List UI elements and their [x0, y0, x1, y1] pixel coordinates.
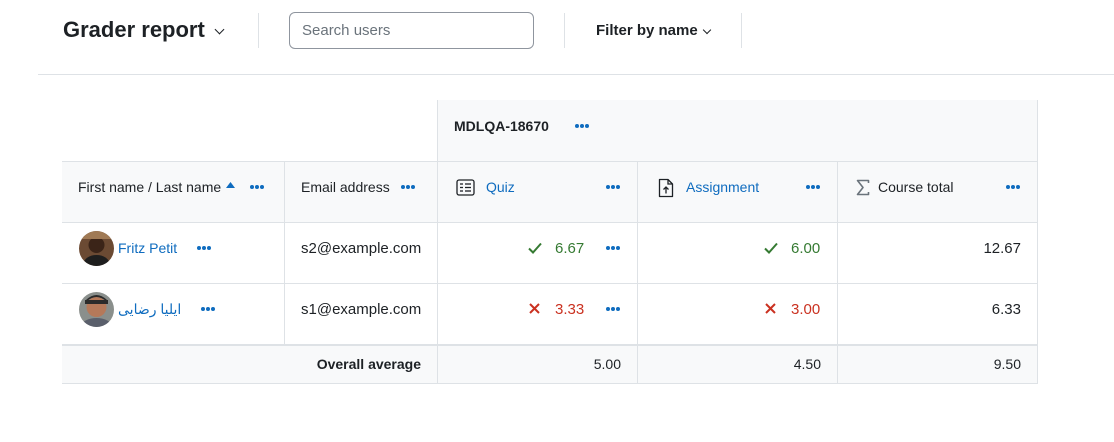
more-actions-icon[interactable]	[248, 182, 264, 192]
cross-icon	[765, 303, 776, 314]
table-row-quiz-cell[interactable]: 3.33	[438, 284, 638, 345]
category-header: MDLQA-18670	[438, 100, 1038, 162]
report-selector[interactable]: Grader report	[63, 17, 225, 43]
header-divider	[38, 74, 1114, 75]
more-actions-icon[interactable]	[199, 304, 215, 314]
more-actions-icon[interactable]	[573, 121, 589, 131]
average-assignment-cell: 4.50	[638, 346, 838, 384]
quiz-link[interactable]: Quiz	[486, 179, 515, 195]
divider	[564, 13, 565, 48]
table-row-email-cell: s2@example.com	[285, 223, 438, 284]
course-total-value: 12.67	[983, 240, 1021, 257]
search-input[interactable]	[289, 12, 534, 49]
filter-label: Filter by name	[596, 22, 698, 39]
table-row-quiz-cell[interactable]: 6.67	[438, 223, 638, 284]
filter-by-name-button[interactable]: Filter by name	[596, 22, 711, 39]
column-header-name: First name / Last name	[62, 162, 285, 223]
table-row-name-cell: Fritz Petit	[62, 223, 285, 284]
sigma-icon	[856, 179, 870, 196]
divider	[741, 13, 742, 48]
average-value: 5.00	[593, 356, 621, 372]
column-header-total: Course total	[838, 162, 1038, 223]
column-header-assignment: Assignment	[638, 162, 838, 223]
average-label-cell: Overall average	[62, 346, 438, 384]
chevron-down-icon	[702, 25, 711, 34]
assignment-icon	[658, 178, 674, 198]
email-header-label[interactable]: Email address	[301, 179, 390, 195]
average-value: 9.50	[993, 356, 1021, 372]
more-actions-icon[interactable]	[195, 243, 211, 253]
more-actions-icon[interactable]	[1004, 182, 1020, 192]
table-row-total-cell: 6.33	[838, 284, 1038, 345]
average-value: 4.50	[793, 356, 821, 372]
overall-average-label: Overall average	[316, 356, 421, 372]
average-total-cell: 9.50	[838, 346, 1038, 384]
table-row-name-cell: ایلیا رضایی	[62, 284, 285, 345]
quiz-icon	[456, 179, 475, 196]
grade-value: 6.00	[791, 240, 821, 257]
caret-up-icon	[226, 182, 235, 188]
avatar[interactable]	[79, 231, 114, 266]
more-actions-icon[interactable]	[604, 304, 620, 314]
page-header: Grader report Filter by name	[0, 0, 1114, 75]
more-actions-icon[interactable]	[604, 243, 620, 253]
column-header-email: Email address	[285, 162, 438, 223]
grade-value: 3.33	[555, 301, 585, 318]
course-total-value: 6.33	[991, 301, 1021, 318]
more-actions-icon[interactable]	[604, 182, 620, 192]
average-quiz-cell: 5.00	[438, 346, 638, 384]
sort-name-link[interactable]: First name / Last name	[78, 179, 221, 195]
email-value: s2@example.com	[301, 240, 422, 257]
column-header-quiz: Quiz	[438, 162, 638, 223]
table-row-assignment-cell[interactable]: 6.00	[638, 223, 838, 284]
category-name: MDLQA-18670	[454, 118, 549, 134]
table-row-assignment-cell[interactable]: 3.00	[638, 284, 838, 345]
check-icon	[764, 242, 778, 254]
user-name-link[interactable]: ایلیا رضایی	[118, 301, 181, 318]
email-value: s1@example.com	[301, 301, 422, 318]
cross-icon	[529, 303, 540, 314]
table-row-total-cell: 12.67	[838, 223, 1038, 284]
page-title: Grader report	[63, 17, 205, 42]
grader-table: MDLQA-18670 First name / Last name Email…	[62, 100, 1038, 384]
more-actions-icon[interactable]	[804, 182, 820, 192]
empty-header-cell	[62, 100, 438, 162]
more-actions-icon[interactable]	[399, 182, 415, 192]
chevron-down-icon	[214, 24, 225, 34]
grade-value: 3.00	[791, 301, 821, 318]
course-total-label: Course total	[878, 179, 954, 195]
check-icon	[528, 242, 542, 254]
grade-value: 6.67	[555, 240, 585, 257]
assignment-link[interactable]: Assignment	[686, 179, 759, 195]
user-name-link[interactable]: Fritz Petit	[118, 240, 177, 256]
table-row-email-cell: s1@example.com	[285, 284, 438, 345]
divider	[258, 13, 259, 48]
avatar[interactable]	[79, 292, 114, 327]
